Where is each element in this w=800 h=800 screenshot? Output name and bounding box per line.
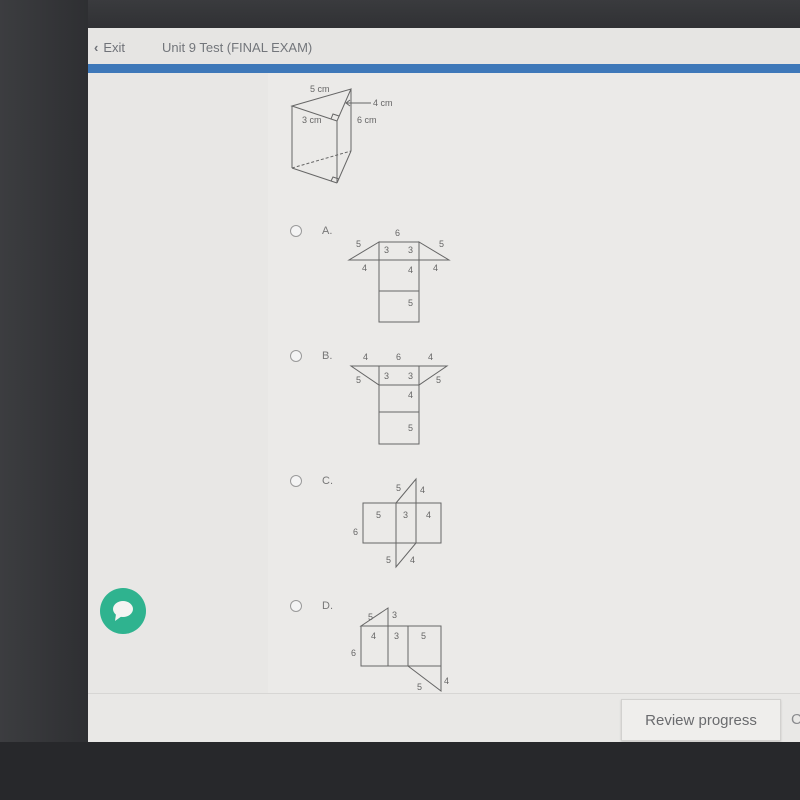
answer-option-c[interactable]: C.: [290, 475, 333, 487]
net-label: 4: [408, 390, 413, 400]
net-face: [362, 502, 397, 544]
question-content: 5 cm 4 cm 3 cm 6 cm A. 6 5 5 3 3 4 4 4 5…: [268, 73, 800, 693]
figure-label-left: 3 cm: [302, 115, 322, 125]
prism-figure: 5 cm 4 cm 3 cm 6 cm: [290, 84, 393, 184]
net-label: 4: [433, 263, 438, 273]
screen: ‹ Exit Unit 9 Test (FINAL EXAM) 5 cm 4 c…: [88, 28, 800, 742]
figure-label-top: 5 cm: [310, 84, 330, 94]
net-label: 3: [403, 510, 408, 520]
net-label: 3: [384, 371, 389, 381]
monitor-bezel-top: [0, 0, 800, 28]
net-label: 4: [444, 676, 449, 686]
net-label: 5: [356, 375, 361, 385]
net-label: 4: [363, 352, 368, 362]
net-label: 5: [408, 423, 413, 433]
exit-label: Exit: [103, 40, 126, 55]
top-header: ‹ Exit Unit 9 Test (FINAL EXAM): [88, 28, 800, 64]
net-label: 5: [396, 483, 401, 493]
net-label: 3: [384, 245, 389, 255]
radio-button[interactable]: [290, 350, 302, 362]
radio-button[interactable]: [290, 600, 302, 612]
accent-bar: [88, 64, 800, 73]
net-label: 4: [362, 263, 367, 273]
chat-button[interactable]: [100, 588, 146, 634]
figure-label-arrow: 4 cm: [373, 98, 393, 108]
net-label: 5: [356, 239, 361, 249]
net-diagram-b: 4 6 4 5 5 3 3 4 5: [349, 352, 449, 445]
net-label: 6: [396, 352, 401, 362]
net-label: 4: [426, 510, 431, 520]
net-triangle: [406, 665, 442, 693]
net-label: 3: [392, 610, 397, 620]
answer-option-a[interactable]: A.: [290, 225, 332, 237]
option-letter: D.: [322, 600, 333, 612]
prism-edge: [336, 150, 352, 184]
net-face: [415, 502, 442, 544]
chat-bubble-icon: [113, 601, 133, 621]
figure-label-height: 6 cm: [357, 115, 377, 125]
answer-option-b[interactable]: B.: [290, 350, 332, 362]
net-label: 5: [439, 239, 444, 249]
net-diagram-a: 6 5 5 3 3 4 4 4 5: [347, 228, 451, 323]
footer-bar: Review progress C: [88, 693, 800, 742]
net-label: 4: [408, 265, 413, 275]
net-label: 5: [417, 682, 422, 692]
page-title: Unit 9 Test (FINAL EXAM): [162, 40, 313, 55]
exit-button[interactable]: ‹ Exit: [94, 40, 125, 55]
net-label: 4: [410, 555, 415, 565]
net-label: 3: [394, 631, 399, 641]
net-label: 5: [386, 555, 391, 565]
net-label: 5: [421, 631, 426, 641]
net-label: 5: [436, 375, 441, 385]
net-face: [395, 502, 417, 544]
net-triangle: [359, 607, 389, 627]
option-letter: B.: [322, 350, 333, 362]
chevron-left-icon: ‹: [94, 40, 99, 55]
review-progress-button[interactable]: Review progress: [621, 699, 781, 741]
next-button-partial[interactable]: C: [791, 711, 800, 728]
net-label: 3: [408, 371, 413, 381]
monitor-bezel-left: [0, 0, 88, 800]
net-label: 5: [376, 510, 381, 520]
option-letter: A.: [322, 225, 333, 237]
net-label: 4: [420, 485, 425, 495]
net-label: 6: [351, 648, 356, 658]
radio-button[interactable]: [290, 475, 302, 487]
net-label: 4: [371, 631, 376, 641]
net-label: 4: [428, 352, 433, 362]
net-triangle: [418, 365, 449, 386]
net-label: 3: [408, 245, 413, 255]
net-label: 6: [353, 527, 358, 537]
net-diagram-c: 5 4 5 3 4 6 5 4: [353, 477, 442, 569]
net-label: 6: [395, 228, 400, 238]
radio-button[interactable]: [290, 225, 302, 237]
prism-edge: [291, 167, 338, 184]
prism-hidden-edge: [291, 150, 352, 169]
monitor-bezel-bottom: [0, 742, 800, 800]
net-diagram-d: 5 3 4 3 5 6 5 4: [351, 607, 449, 693]
net-label: 5: [368, 612, 373, 622]
option-letter: C.: [322, 475, 333, 487]
answer-option-d[interactable]: D.: [290, 600, 333, 612]
net-triangle: [347, 241, 380, 261]
net-label: 5: [408, 298, 413, 308]
net-triangle: [418, 241, 451, 261]
